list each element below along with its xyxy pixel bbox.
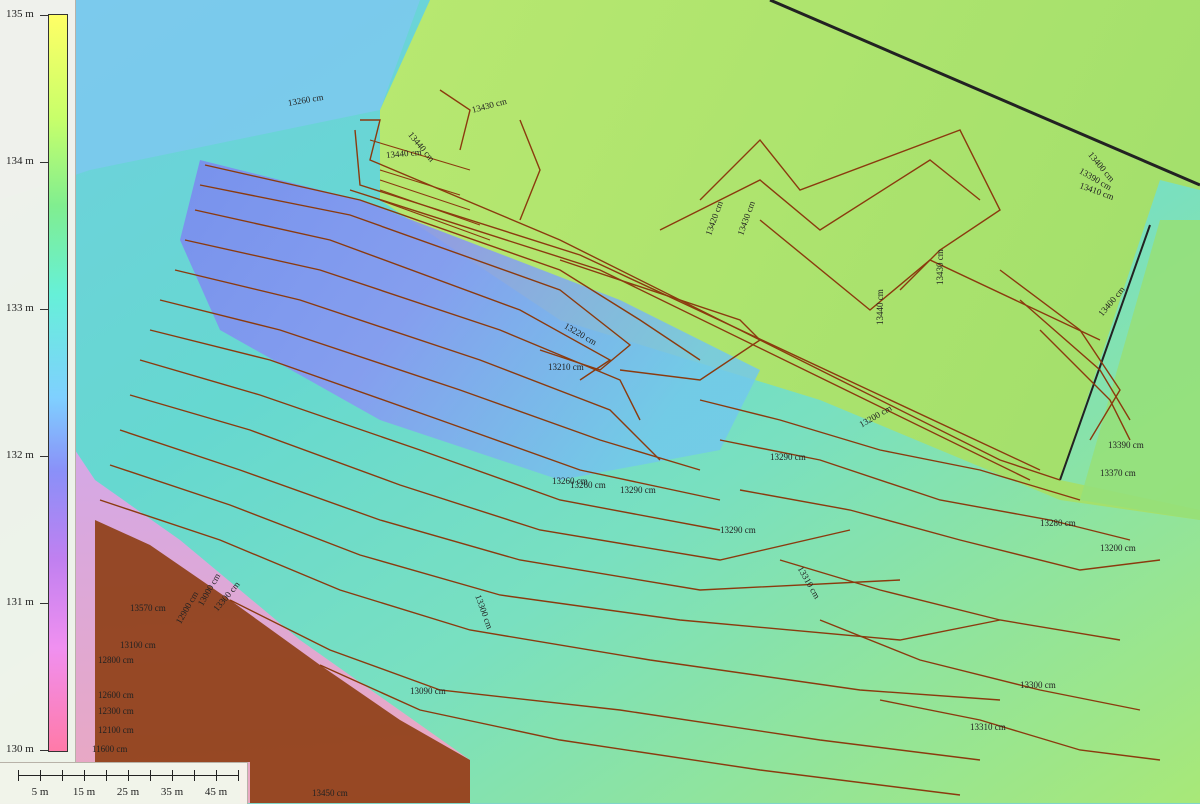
scale-tick	[84, 770, 85, 781]
elevation-legend: 135 m 134 m 133 m 132 m 131 m 130 m	[0, 0, 76, 762]
legend-label-132: 132 m	[6, 449, 34, 461]
scale-label-5m: 5 m	[31, 786, 49, 798]
contour-label: 12100 cm	[98, 725, 134, 735]
scale-tick	[216, 770, 217, 781]
legend-tick	[40, 603, 48, 604]
contour-label: 13090 cm	[410, 686, 446, 696]
legend-label-130: 130 m	[6, 743, 34, 755]
contour-label: 13290 cm	[770, 452, 806, 462]
scale-label-15m: 15 m	[72, 786, 96, 798]
contour-label: 13200 cm	[1100, 543, 1136, 553]
contour-label: 13290 cm	[620, 485, 656, 495]
legend-label-133: 133 m	[6, 302, 34, 314]
contour-label: 13310 cm	[970, 722, 1006, 732]
contour-label: 13450 cm	[312, 788, 348, 798]
contour-label: 12300 cm	[98, 706, 134, 716]
scale-tick	[238, 770, 239, 781]
scale-tick	[106, 770, 107, 781]
scale-tick	[62, 770, 63, 781]
legend-tick	[40, 309, 48, 310]
legend-tick	[40, 15, 48, 16]
scale-tick	[18, 770, 19, 781]
scale-tick	[128, 770, 129, 781]
contour-label: 12800 cm	[98, 655, 134, 665]
contour-label: 13440 cm	[875, 289, 885, 325]
legend-label-135: 135 m	[6, 8, 34, 20]
legend-tick	[40, 162, 48, 163]
contour-label: 13280 cm	[1040, 518, 1076, 528]
legend-label-131: 131 m	[6, 596, 34, 608]
contour-label: 13290 cm	[720, 525, 756, 535]
scale-tick	[150, 770, 151, 781]
legend-tick	[40, 750, 48, 751]
scale-label-35m: 35 m	[160, 786, 184, 798]
elevation-color-ramp	[48, 14, 68, 752]
contour-label: 13260 cm	[570, 480, 606, 490]
contour-label: 12600 cm	[98, 690, 134, 700]
contour-label: 11600 cm	[92, 744, 128, 754]
legend-label-134: 134 m	[6, 155, 34, 167]
scale-label-25m: 25 m	[116, 786, 140, 798]
contour-label: 13100 cm	[120, 640, 156, 650]
contour-label: 13370 cm	[1100, 468, 1136, 478]
scale-tick	[194, 770, 195, 781]
legend-tick	[40, 456, 48, 457]
scale-tick	[40, 770, 41, 781]
scale-tick	[172, 770, 173, 781]
contour-label: 13210 cm	[548, 362, 584, 372]
scale-label-45m: 45 m	[204, 786, 228, 798]
contour-label: 13300 cm	[1020, 680, 1056, 690]
contour-label: 13570 cm	[130, 603, 166, 613]
contour-label: 13390 cm	[1108, 440, 1144, 450]
contour-label: 13430 cm	[935, 249, 945, 285]
scale-bar: 5 m 15 m 25 m 35 m 45 m	[0, 762, 248, 804]
